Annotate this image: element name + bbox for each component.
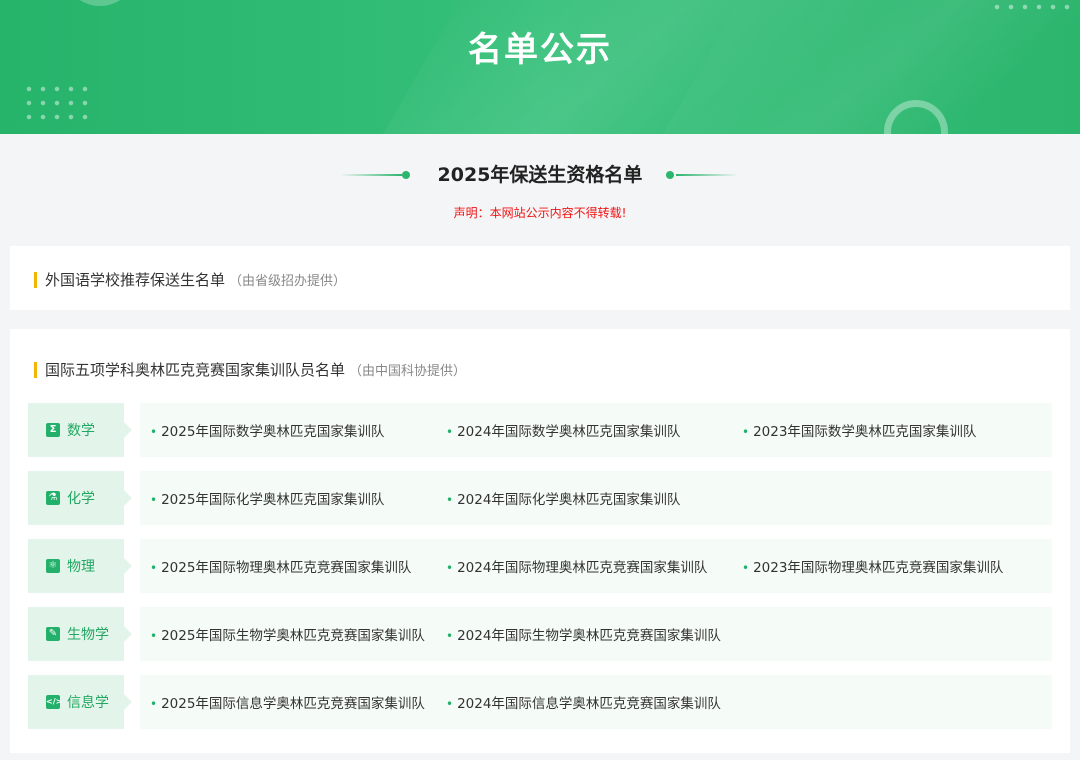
subject-links: 2025年国际数学奥林匹克国家集训队 2024年国际数学奥林匹克国家集训队 20…	[140, 403, 1052, 457]
subject-links: 2025年国际物理奥林匹克竞赛国家集训队 2024年国际物理奥林匹克竞赛国家集训…	[140, 539, 1052, 593]
subject-tag: Σ 数学	[28, 403, 132, 457]
title-decoration-right	[666, 171, 738, 179]
accent-bar	[34, 361, 37, 378]
team-link[interactable]: 2025年国际物理奥林匹克竞赛国家集训队	[150, 556, 411, 576]
decorative-ring-icon	[884, 100, 948, 134]
subject-row-chemistry: ⚗ 化学 2025年国际化学奥林匹克国家集训队 2024年国际化学奥林匹克国家集…	[28, 471, 1052, 525]
team-link[interactable]: 2024年国际物理奥林匹克竞赛国家集训队	[446, 556, 707, 576]
card-header[interactable]: 外国语学校推荐保送生名单 （由省级招办提供）	[34, 269, 346, 290]
code-icon: </>	[46, 695, 62, 709]
section-heading: 2025年保送生资格名单	[0, 160, 1080, 187]
card-header: 国际五项学科奥林匹克竞赛国家集训队员名单 （由中国科协提供）	[34, 359, 466, 380]
team-link[interactable]: 2024年国际生物学奥林匹克竞赛国家集训队	[446, 624, 721, 644]
banner-title: 名单公示	[468, 30, 612, 70]
team-link[interactable]: 2024年国际化学奥林匹克国家集训队	[446, 488, 680, 508]
foreign-language-school-card[interactable]: 外国语学校推荐保送生名单 （由省级招办提供）	[10, 246, 1070, 310]
subject-name: 物理	[67, 559, 95, 575]
subject-links: 2025年国际化学奥林匹克国家集训队 2024年国际化学奥林匹克国家集训队	[140, 471, 1052, 525]
card-note: （由省级招办提供）	[229, 274, 347, 289]
subject-row-biology: ✎ 生物学 2025年国际生物学奥林匹克竞赛国家集训队 2024年国际生物学奥林…	[28, 607, 1052, 661]
subject-row-physics: ⚛ 物理 2025年国际物理奥林匹克竞赛国家集训队 2024年国际物理奥林匹克竞…	[28, 539, 1052, 593]
team-link[interactable]: 2025年国际信息学奥林匹克竞赛国家集训队	[150, 692, 425, 712]
team-link[interactable]: 2023年国际数学奥林匹克国家集训队	[742, 420, 976, 440]
decorative-ring-icon	[70, 0, 130, 6]
subject-links: 2025年国际信息学奥林匹克竞赛国家集训队 2024年国际信息学奥林匹克竞赛国家…	[140, 675, 1052, 729]
olympiad-team-card: 国际五项学科奥林匹克竞赛国家集训队员名单 （由中国科协提供） Σ 数学 2025…	[10, 329, 1070, 753]
team-link[interactable]: 2025年国际数学奥林匹克国家集训队	[150, 420, 384, 440]
card-note: （由中国科协提供）	[349, 364, 467, 379]
decorative-dots-icon	[990, 0, 1070, 10]
subject-tag: ⚗ 化学	[28, 471, 132, 525]
copyright-notice: 声明：本网站公示内容不得转载!	[453, 206, 627, 220]
team-link[interactable]: 2023年国际物理奥林匹克竞赛国家集训队	[742, 556, 1003, 576]
team-link[interactable]: 2024年国际数学奥林匹克国家集训队	[446, 420, 680, 440]
subject-name: 数学	[67, 423, 95, 439]
team-link[interactable]: 2025年国际化学奥林匹克国家集训队	[150, 488, 384, 508]
card-title: 国际五项学科奥林匹克竞赛国家集训队员名单	[45, 361, 346, 379]
subject-name: 信息学	[67, 695, 109, 711]
sigma-icon: Σ	[46, 423, 60, 437]
team-link[interactable]: 2024年国际信息学奥林匹克竞赛国家集训队	[446, 692, 721, 712]
subject-name: 化学	[67, 491, 95, 507]
section-title: 2025年保送生资格名单	[437, 164, 643, 186]
accent-bar	[34, 271, 37, 288]
subject-row-math: Σ 数学 2025年国际数学奥林匹克国家集训队 2024年国际数学奥林匹克国家集…	[28, 403, 1052, 457]
subject-links: 2025年国际生物学奥林匹克竞赛国家集训队 2024年国际生物学奥林匹克竞赛国家…	[140, 607, 1052, 661]
subject-row-informatics: </> 信息学 2025年国际信息学奥林匹克竞赛国家集训队 2024年国际信息学…	[28, 675, 1052, 729]
atom-icon: ⚛	[46, 559, 60, 573]
subject-name: 生物学	[67, 627, 109, 643]
flask-icon: ⚗	[46, 491, 60, 505]
team-link[interactable]: 2025年国际生物学奥林匹克竞赛国家集训队	[150, 624, 425, 644]
subject-tag: ⚛ 物理	[28, 539, 132, 593]
decorative-dots-icon	[22, 82, 92, 122]
subject-tag: </> 信息学	[28, 675, 132, 729]
card-title[interactable]: 外国语学校推荐保送生名单	[45, 269, 225, 290]
page-banner: 名单公示	[0, 0, 1080, 134]
leaf-icon: ✎	[46, 627, 60, 641]
subject-tag: ✎ 生物学	[28, 607, 132, 661]
